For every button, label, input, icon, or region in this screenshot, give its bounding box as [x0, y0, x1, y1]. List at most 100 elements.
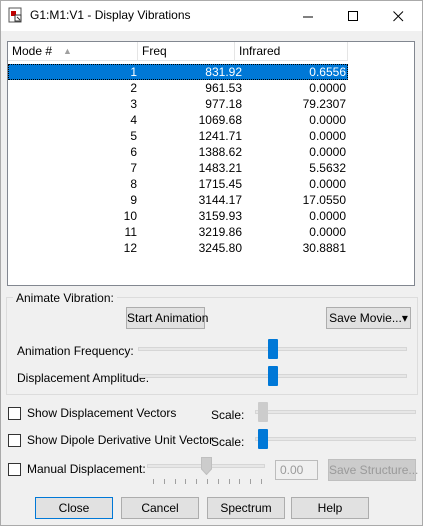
- save-movie-button[interactable]: Save Movie...▾: [326, 307, 411, 329]
- infrared-cell: 0.0000: [309, 177, 346, 191]
- sort-ascending-icon: ▲: [63, 46, 72, 56]
- cancel-button[interactable]: Cancel: [121, 497, 199, 519]
- animation-frequency-label: Animation Frequency:: [17, 344, 134, 358]
- manual-displacement-slider[interactable]: [201, 457, 212, 476]
- displacement-amplitude-label: Displacement Amplitude:: [17, 371, 150, 385]
- table-row[interactable]: 1 831.92 0.6556: [8, 64, 348, 80]
- mode-cell: 11: [124, 225, 137, 239]
- manual-displacement-value[interactable]: 0.00: [275, 460, 318, 480]
- dipole-scale-slider[interactable]: [258, 429, 268, 449]
- displacement-scale-slider[interactable]: [258, 402, 268, 422]
- show-dipole-vector-label: Show Dipole Derivative Unit Vector: [27, 433, 214, 447]
- mode-cell: 1: [130, 65, 137, 79]
- freq-cell: 1069.68: [198, 113, 242, 127]
- infrared-cell: 0.0000: [309, 129, 346, 143]
- freq-cell: 1388.62: [198, 145, 242, 159]
- list-body: 1 831.92 0.6556 2 961.53 0.0000 3 977.18 79.2307…: [8, 62, 414, 284]
- mode-cell: 8: [130, 177, 137, 191]
- table-row[interactable]: 7 1483.21 5.5632: [8, 160, 348, 176]
- freq-cell: 3159.93: [198, 209, 242, 223]
- freq-cell: 977.18: [205, 97, 242, 111]
- freq-cell: 3219.86: [198, 225, 242, 239]
- table-row[interactable]: 12 3245.80 30.8881: [8, 240, 348, 256]
- table-row[interactable]: 3 977.18 79.2307: [8, 96, 348, 112]
- maximize-button[interactable]: [331, 1, 376, 31]
- maximize-icon: [348, 10, 358, 21]
- minimize-button[interactable]: [286, 1, 331, 31]
- mode-cell: 12: [123, 241, 137, 255]
- mode-cell: 5: [130, 129, 137, 143]
- mode-cell: 4: [130, 113, 137, 127]
- window-title: G1:M1:V1 - Display Vibrations: [30, 8, 191, 22]
- slider-tick: [196, 479, 198, 484]
- table-row[interactable]: 5 1241.71 0.0000: [8, 128, 348, 144]
- infrared-cell: 0.0000: [309, 81, 346, 95]
- infrared-cell: 0.0000: [309, 225, 346, 239]
- animation-frequency-slider[interactable]: [268, 339, 278, 359]
- table-row[interactable]: 9 3144.17 17.0550: [8, 192, 348, 208]
- dipole-scale-label: Scale:: [211, 435, 245, 449]
- help-button[interactable]: Help: [291, 497, 369, 519]
- freq-cell: 1483.21: [198, 161, 242, 175]
- close-icon: [393, 10, 404, 21]
- slider-tick: [239, 479, 241, 484]
- slider-tick: [261, 479, 262, 484]
- table-row[interactable]: 11 3219.86 0.0000: [8, 224, 348, 240]
- slider-tick: [174, 479, 176, 484]
- list-header: Mode # ▲ Freq Infrared: [8, 42, 414, 62]
- column-header-freq[interactable]: Freq: [138, 42, 235, 61]
- table-row[interactable]: 10 3159.93 0.0000: [8, 208, 348, 224]
- app-icon: [8, 7, 24, 23]
- displacement-amplitude-slider[interactable]: [268, 366, 278, 386]
- animate-vibration-label: Animate Vibration:: [13, 291, 117, 305]
- manual-displacement-checkbox[interactable]: [8, 463, 21, 476]
- infrared-cell: 0.0000: [309, 209, 346, 223]
- table-row[interactable]: 2 961.53 0.0000: [8, 80, 348, 96]
- slider-tick: [250, 479, 252, 484]
- infrared-cell: 30.8881: [302, 241, 346, 255]
- slider-tick: [185, 479, 187, 484]
- manual-displacement-ticks: [147, 479, 267, 485]
- column-header-infrared[interactable]: Infrared: [235, 42, 348, 61]
- infrared-cell: 0.6556: [309, 65, 346, 79]
- freq-cell: 961.53: [205, 81, 242, 95]
- displacement-scale-track: [255, 410, 416, 414]
- close-button[interactable]: Close: [35, 497, 113, 519]
- show-dipole-vector-checkbox[interactable]: [8, 434, 21, 447]
- infrared-cell: 0.0000: [309, 145, 346, 159]
- show-displacement-vectors-checkbox[interactable]: [8, 407, 21, 420]
- infrared-cell: 5.5632: [309, 161, 346, 175]
- mode-cell: 10: [123, 209, 137, 223]
- slider-tick: [153, 479, 154, 484]
- start-animation-button[interactable]: Start Animation: [126, 307, 208, 329]
- close-window-button[interactable]: [376, 1, 421, 31]
- freq-cell: 3245.80: [198, 241, 242, 255]
- slider-tick: [228, 479, 230, 484]
- dipole-scale-track: [255, 437, 416, 441]
- manual-displacement-label: Manual Displacement:: [27, 462, 146, 476]
- mode-cell: 6: [130, 145, 137, 159]
- slider-tick: [217, 479, 219, 484]
- freq-cell: 1715.45: [198, 177, 242, 191]
- mode-cell: 9: [130, 193, 137, 207]
- show-displacement-vectors-label: Show Displacement Vectors: [27, 406, 177, 420]
- slider-tick: [163, 479, 165, 484]
- spectrum-button[interactable]: Spectrum: [207, 497, 285, 519]
- vibration-list[interactable]: Mode # ▲ Freq Infrared 1 831.92 0.6556 2 961…: [7, 41, 415, 286]
- infrared-cell: 79.2307: [302, 97, 346, 111]
- dropdown-arrow-icon: ▾: [401, 311, 408, 325]
- displacement-scale-label: Scale:: [211, 408, 245, 422]
- mode-cell: 3: [130, 97, 137, 111]
- table-row[interactable]: 6 1388.62 0.0000: [8, 144, 348, 160]
- slider-tick: [207, 479, 208, 484]
- freq-cell: 1241.71: [198, 129, 242, 143]
- mode-cell: 7: [130, 161, 137, 175]
- infrared-cell: 0.0000: [309, 113, 346, 127]
- column-header-mode[interactable]: Mode # ▲: [8, 42, 138, 61]
- infrared-cell: 17.0550: [302, 193, 346, 207]
- mode-cell: 2: [130, 81, 137, 95]
- table-row[interactable]: 4 1069.68 0.0000: [8, 112, 348, 128]
- table-row[interactable]: 8 1715.45 0.0000: [8, 176, 348, 192]
- save-structure-button[interactable]: Save Structure...: [328, 459, 418, 481]
- freq-cell: 831.92: [205, 65, 242, 79]
